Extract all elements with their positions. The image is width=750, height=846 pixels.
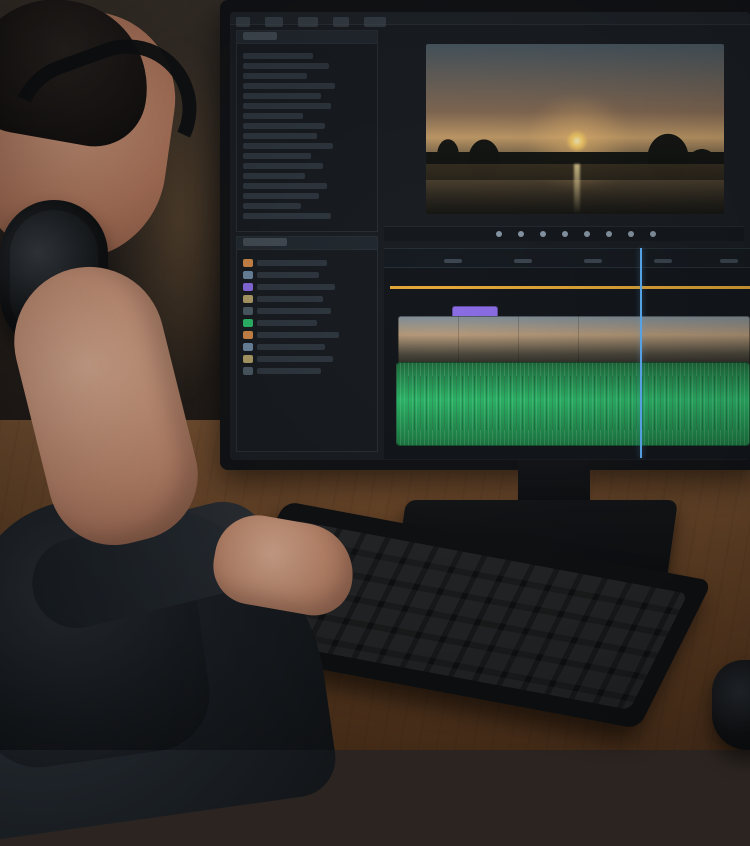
bins-panel-title-placeholder — [243, 238, 287, 246]
bins-panel — [236, 236, 378, 452]
bin-thumb-6 — [243, 319, 253, 327]
project-row-16 — [243, 203, 301, 209]
project-row-7 — [243, 113, 303, 119]
bin-thumb-1 — [243, 259, 253, 267]
project-panel-title-placeholder — [243, 32, 277, 40]
playhead — [640, 248, 642, 458]
bin-row-7 — [257, 332, 339, 338]
transport-controls — [384, 226, 744, 241]
project-row-4 — [243, 83, 335, 89]
project-panel-header — [237, 31, 377, 44]
transport-dot-3 — [540, 231, 546, 237]
bin-row-1 — [257, 260, 327, 266]
ruler-tick-2 — [514, 259, 532, 263]
ruler-tick-1 — [444, 259, 462, 263]
ruler-tick-3 — [584, 259, 602, 263]
bin-thumb-9 — [243, 355, 253, 363]
bin-thumb-3 — [243, 283, 253, 291]
bin-row-4 — [257, 296, 323, 302]
bin-row-10 — [257, 368, 321, 374]
sun-reflection — [574, 164, 580, 214]
ruler-tick-4 — [654, 259, 672, 263]
bin-row-5 — [257, 308, 331, 314]
editor-menubar — [230, 12, 750, 27]
audio-waveform — [406, 376, 740, 430]
transport-dot-4 — [562, 231, 568, 237]
transport-dot-7 — [628, 231, 634, 237]
timeline-ruler — [384, 249, 750, 268]
project-row-11 — [243, 153, 311, 159]
bin-row-6 — [257, 320, 317, 326]
project-row-3 — [243, 73, 307, 79]
project-row-1 — [243, 53, 313, 59]
bin-thumb-8 — [243, 343, 253, 351]
bin-thumb-4 — [243, 295, 253, 303]
menu-item-placeholder-1 — [236, 17, 250, 27]
bins-panel-header — [237, 237, 377, 250]
transport-dot-8 — [650, 231, 656, 237]
transport-dot-2 — [518, 231, 524, 237]
project-row-8 — [243, 123, 325, 129]
menu-item-placeholder-3 — [298, 17, 319, 27]
bin-row-2 — [257, 272, 319, 278]
timeline-marker-line — [390, 286, 750, 289]
transport-dot-1 — [496, 231, 502, 237]
project-row-5 — [243, 93, 321, 99]
bin-row-8 — [257, 344, 325, 350]
project-row-12 — [243, 163, 323, 169]
ruler-tick-5 — [720, 259, 738, 263]
project-row-9 — [243, 133, 317, 139]
project-row-6 — [243, 103, 331, 109]
bin-row-3 — [257, 284, 335, 290]
menu-item-placeholder-2 — [265, 17, 284, 27]
bin-row-9 — [257, 356, 333, 362]
bin-thumb-10 — [243, 367, 253, 375]
bin-thumb-5 — [243, 307, 253, 315]
bin-thumb-2 — [243, 271, 253, 279]
bin-thumb-7 — [243, 331, 253, 339]
transport-dot-6 — [606, 231, 612, 237]
menu-item-placeholder-5 — [364, 17, 387, 27]
monitor-screen — [230, 12, 750, 460]
project-row-2 — [243, 63, 329, 69]
video-preview — [426, 44, 724, 214]
transport-dot-5 — [584, 231, 590, 237]
project-row-13 — [243, 173, 305, 179]
project-row-17 — [243, 213, 331, 219]
menu-item-placeholder-4 — [333, 17, 350, 27]
project-row-15 — [243, 193, 319, 199]
photo-scene — [0, 0, 750, 846]
project-panel — [236, 30, 378, 232]
project-row-10 — [243, 143, 333, 149]
project-row-14 — [243, 183, 327, 189]
